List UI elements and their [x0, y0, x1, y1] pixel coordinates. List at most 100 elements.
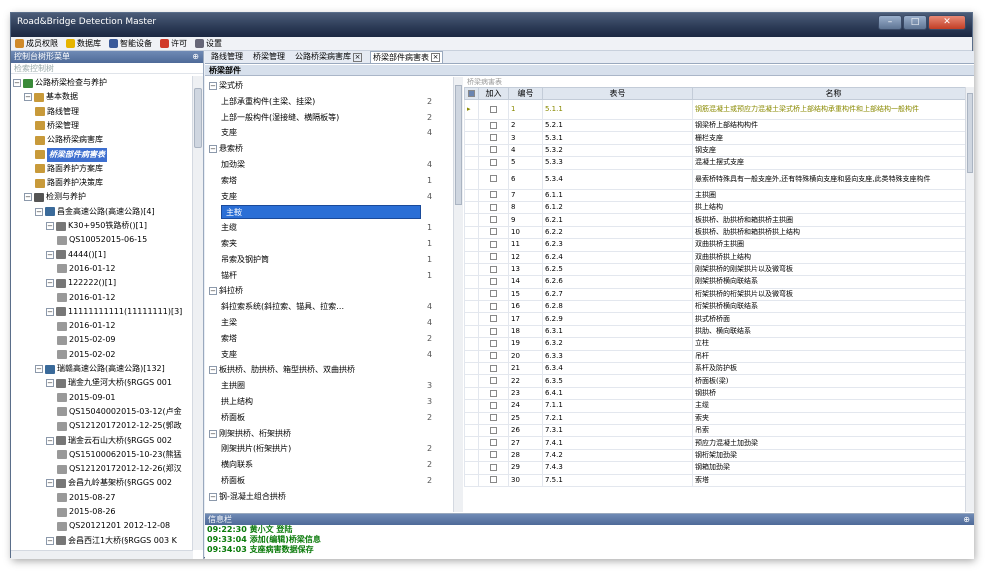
table-row[interactable]: ▸ 1 5.1.1 钢筋混凝土或预应力混凝土梁式桥上部结构承重构件和上部结构一般构件: [464, 99, 974, 120]
tab-0[interactable]: 路线管理: [209, 51, 245, 63]
add-checkbox-cell[interactable]: [478, 461, 509, 475]
add-checkbox-cell[interactable]: [478, 143, 509, 158]
add-checkbox-cell[interactable]: [478, 188, 509, 202]
add-checkbox[interactable]: [490, 414, 497, 422]
tree-node[interactable]: − 检测与养护: [24, 190, 86, 204]
table-row[interactable]: 3 5.3.1 栅栏支座: [464, 131, 974, 145]
component-item[interactable]: 桥面板: [221, 474, 245, 488]
add-checkbox-cell[interactable]: [478, 399, 509, 413]
table-row[interactable]: 23 6.4.1 钢拱桥: [464, 386, 974, 401]
add-checkbox[interactable]: [490, 290, 497, 298]
tree-node[interactable]: 路线管理: [35, 105, 79, 119]
column-header[interactable]: 名称: [692, 87, 974, 100]
table-row[interactable]: 13 6.2.5 刚架拱桥的刚架拱片以及微弯板: [464, 262, 974, 277]
pin-icon[interactable]: ⊕: [963, 514, 970, 525]
tree-node[interactable]: QS12120172012-12-25(郭政: [57, 419, 182, 433]
add-checkbox[interactable]: [490, 158, 497, 166]
add-checkbox[interactable]: [490, 146, 497, 154]
tree-node[interactable]: 2016-01-12: [57, 262, 116, 276]
component-group[interactable]: − 梁式桥: [209, 79, 243, 93]
tree-filter[interactable]: 检索控制树: [11, 63, 203, 74]
add-checkbox-cell[interactable]: [478, 168, 509, 190]
component-item[interactable]: 支座: [221, 126, 237, 140]
tree-node[interactable]: − 会昌九岭基架桥(§RGGS 002: [46, 476, 172, 490]
component-group[interactable]: − 悬索桥: [209, 142, 243, 156]
column-header[interactable]: 加入: [478, 87, 509, 100]
tree-node[interactable]: QS12120172012-12-26(郑汉: [57, 462, 182, 476]
add-checkbox[interactable]: [490, 277, 497, 285]
tree-node[interactable]: − 瑞金云石山大桥(§RGGS 002: [46, 434, 172, 448]
component-item[interactable]: 桥面板: [221, 411, 245, 425]
add-checkbox-cell[interactable]: [478, 250, 509, 264]
component-group[interactable]: − 斜拉桥: [209, 284, 243, 298]
add-checkbox-cell[interactable]: [478, 275, 509, 289]
menu-item[interactable]: 智能设备: [109, 38, 152, 49]
add-checkbox[interactable]: [490, 253, 497, 261]
add-checkbox[interactable]: [490, 476, 497, 484]
add-checkbox-cell[interactable]: [478, 213, 509, 227]
table-row[interactable]: 26 7.3.1 吊索: [464, 423, 974, 438]
component-item[interactable]: 加劲梁: [221, 158, 245, 172]
add-checkbox[interactable]: [490, 191, 497, 199]
expand-toggle[interactable]: −: [209, 145, 217, 154]
close-button[interactable]: ✕: [928, 15, 966, 30]
table-row[interactable]: 25 7.2.1 索夹: [464, 411, 974, 426]
component-item[interactable]: 主缆: [221, 221, 237, 235]
tree-vscrollbar[interactable]: [192, 76, 203, 550]
expand-toggle[interactable]: −: [46, 307, 54, 316]
table-row[interactable]: 8 6.1.2 拱上结构: [464, 200, 974, 215]
add-checkbox-cell[interactable]: [478, 99, 509, 120]
add-checkbox[interactable]: [490, 401, 497, 409]
add-checkbox-cell[interactable]: [478, 156, 509, 170]
tree-node[interactable]: 2016-01-12: [57, 291, 116, 305]
tab-2[interactable]: 公路桥梁病害库 ×: [293, 51, 364, 63]
add-checkbox[interactable]: [490, 175, 497, 183]
add-checkbox[interactable]: [490, 203, 497, 211]
tree-node[interactable]: 桥梁管理: [35, 119, 79, 133]
component-item[interactable]: 刚架拱片(桁架拱片): [221, 442, 291, 456]
tree-node[interactable]: 2015-09-01: [57, 391, 116, 405]
table-row[interactable]: 9 6.2.1 板拱桥、肋拱桥和箱拱桥主拱圈: [464, 213, 974, 227]
table-row[interactable]: 20 6.3.3 吊杆: [464, 349, 974, 364]
component-item[interactable]: 索塔: [221, 174, 237, 188]
component-group[interactable]: − 板拱桥、肋拱桥、箱型拱桥、双曲拱桥: [209, 363, 355, 377]
add-checkbox[interactable]: [490, 451, 497, 459]
pin-icon[interactable]: ⊕: [192, 51, 199, 63]
table-row[interactable]: 4 5.3.2 钢支座: [464, 143, 974, 158]
table-row[interactable]: 16 6.2.8 桁架拱桥横向联结系: [464, 300, 974, 314]
table-row[interactable]: 6 5.3.4 悬索桥特殊具有一般支座外,还有特殊横向支座和竖向支座,此类特殊支座构…: [464, 168, 974, 190]
add-checkbox-cell[interactable]: [478, 131, 509, 145]
component-item[interactable]: 斜拉索系统(斜拉索、锚具、拉索…: [221, 300, 344, 314]
table-row[interactable]: 29 7.4.3 钢箱加劲梁: [464, 461, 974, 475]
add-checkbox[interactable]: [490, 389, 497, 397]
add-checkbox[interactable]: [490, 216, 497, 224]
add-checkbox[interactable]: [490, 426, 497, 434]
table-row[interactable]: 15 6.2.7 桁架拱桥的桁架拱片以及微弯板: [464, 287, 974, 302]
menu-item[interactable]: 成员权限: [15, 38, 58, 49]
add-checkbox-cell[interactable]: [478, 262, 509, 277]
component-scrollbar[interactable]: [453, 77, 463, 512]
tree-node[interactable]: QS20121201 2012-12-08: [57, 519, 170, 533]
expand-toggle[interactable]: −: [46, 250, 54, 259]
add-checkbox[interactable]: [490, 364, 497, 372]
component-item[interactable]: 主拱圈: [221, 379, 245, 393]
tab-3[interactable]: 桥梁部件病害表 ×: [370, 51, 443, 63]
tree-node[interactable]: − 基本数据: [24, 90, 78, 104]
add-checkbox-cell[interactable]: [478, 473, 509, 487]
add-checkbox[interactable]: [490, 339, 497, 347]
table-row[interactable]: 27 7.4.1 预应力混凝土加劲梁: [464, 436, 974, 450]
add-checkbox-cell[interactable]: [478, 287, 509, 302]
tree-node[interactable]: 公路桥梁病害库: [35, 133, 103, 147]
menu-item[interactable]: 设置: [195, 38, 222, 49]
tree-node[interactable]: 路面养护决策库: [35, 176, 103, 190]
expand-toggle[interactable]: −: [209, 492, 217, 501]
tree-node[interactable]: 2015-02-09: [57, 333, 116, 347]
table-row[interactable]: 11 6.2.3 双曲拱桥主拱圈: [464, 238, 974, 252]
tree-hscrollbar[interactable]: [11, 550, 193, 559]
tree-node[interactable]: 2015-08-27: [57, 491, 116, 505]
add-checkbox-cell[interactable]: [478, 349, 509, 364]
add-checkbox[interactable]: [490, 377, 497, 385]
add-checkbox-cell[interactable]: [478, 386, 509, 401]
tree-node[interactable]: − 4444()[1]: [46, 248, 106, 262]
component-item[interactable]: 拱上结构: [221, 395, 253, 409]
